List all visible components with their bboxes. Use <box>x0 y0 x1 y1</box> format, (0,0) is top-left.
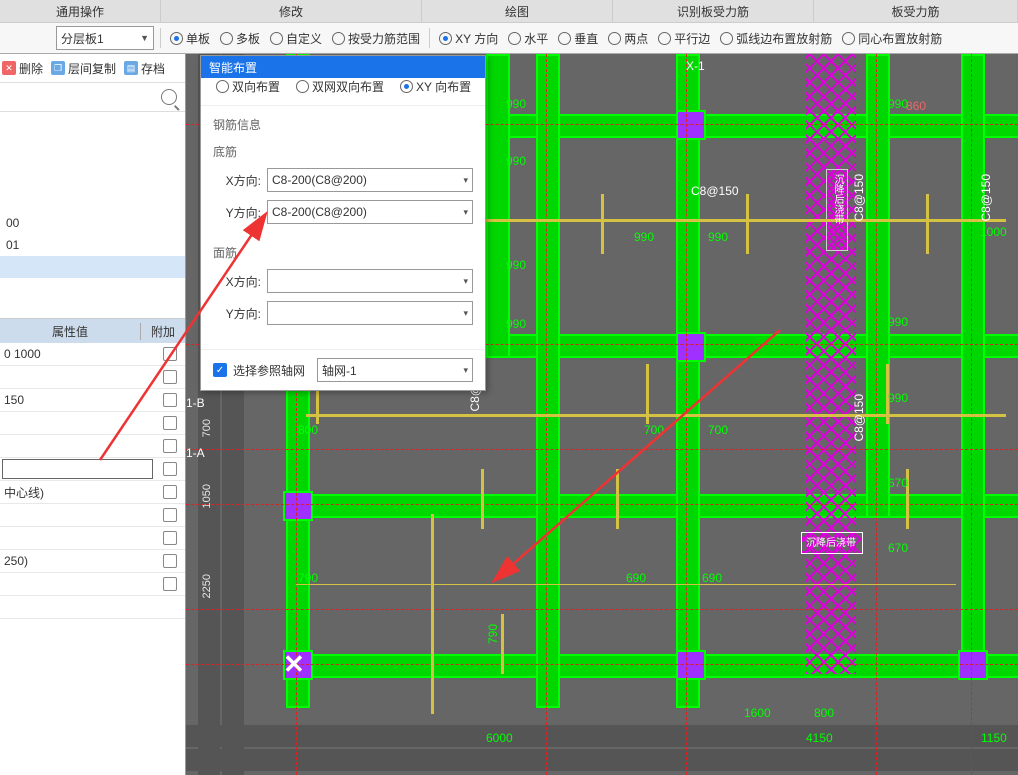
list-item[interactable]: 01 <box>0 234 185 256</box>
radio-byrange[interactable]: 按受力筋范围 <box>332 30 420 47</box>
checkbox[interactable] <box>163 577 177 591</box>
checkbox[interactable] <box>163 462 177 476</box>
search-icon[interactable] <box>161 89 177 105</box>
checkbox-ref-grid[interactable]: ✓ <box>213 363 227 377</box>
checkbox[interactable] <box>163 393 177 407</box>
label-y-dir: Y方向: <box>213 305 261 322</box>
checkbox[interactable] <box>163 485 177 499</box>
bottom-x-select[interactable]: C8-200(C8@200)▾ <box>267 168 473 192</box>
archive-icon: ▤ <box>124 61 138 75</box>
menu-tabbar: 通用操作 修改 绘图 识别板受力筋 板受力筋 <box>0 0 1018 23</box>
tab-slab-rebar[interactable]: 板受力筋 <box>814 0 1018 22</box>
radio-bidirectional[interactable]: 双向布置 <box>216 78 280 95</box>
checkbox[interactable] <box>163 554 177 568</box>
label-ref-grid: 选择参照轴网 <box>233 362 305 379</box>
label-y-dir: Y方向: <box>213 204 261 221</box>
copy-icon: ❐ <box>51 61 65 75</box>
delete-icon: ✕ <box>2 61 16 75</box>
smart-layout-panel: 智能布置 双向布置 双网双向布置 XY 向布置 钢筋信息 底筋 X方向: C8-2… <box>200 55 486 391</box>
tab-recognize[interactable]: 识别板受力筋 <box>613 0 814 22</box>
chevron-down-icon: ▾ <box>463 207 468 218</box>
bottom-y-select[interactable]: C8-200(C8@200)▾ <box>267 200 473 224</box>
btn-archive[interactable]: ▤存档 <box>124 60 165 77</box>
top-x-select[interactable]: ▾ <box>267 269 473 293</box>
group-rebar-info: 钢筋信息 <box>213 116 473 133</box>
top-y-select[interactable]: ▾ <box>267 301 473 325</box>
label-x-dir: X方向: <box>213 172 261 189</box>
prop-value[interactable]: 0 1000 <box>0 347 155 361</box>
search-row <box>0 83 185 112</box>
label-top-rebar: 面筋 <box>213 244 473 261</box>
layer-list: 00 01 <box>0 212 185 278</box>
radio-vertical[interactable]: 垂直 <box>558 30 598 47</box>
checkbox[interactable] <box>163 370 177 384</box>
label-x-dir: X方向: <box>213 273 261 290</box>
list-item[interactable] <box>0 256 185 278</box>
prop-value[interactable]: 150 <box>0 393 155 407</box>
radio-parallel[interactable]: 平行边 <box>658 30 710 47</box>
tab-modify[interactable]: 修改 <box>161 0 422 22</box>
chevron-down-icon: ▾ <box>463 365 468 376</box>
checkbox[interactable] <box>163 416 177 430</box>
chevron-down-icon: ▾ <box>463 175 468 186</box>
prop-input[interactable] <box>2 459 153 479</box>
radio-custom[interactable]: 自定义 <box>270 30 322 47</box>
property-header: 属性值 附加 <box>0 319 185 343</box>
checkbox[interactable] <box>163 531 177 545</box>
radio-multi[interactable]: 多板 <box>220 30 260 47</box>
radio-xy[interactable]: XY 方向 <box>439 30 498 47</box>
radio-double-mesh[interactable]: 双网双向布置 <box>296 78 384 95</box>
radio-xy-layout[interactable]: XY 向布置 <box>400 78 471 95</box>
radio-horizontal[interactable]: 水平 <box>508 30 548 47</box>
prop-value[interactable]: 中心线) <box>0 484 155 501</box>
checkbox[interactable] <box>163 439 177 453</box>
radio-single[interactable]: 单板 <box>170 30 210 47</box>
radio-two-point[interactable]: 两点 <box>608 30 648 47</box>
btn-copy[interactable]: ❐层间复制 <box>51 60 116 77</box>
chevron-down-icon: ▾ <box>463 308 468 319</box>
radio-circle[interactable]: 同心布置放射筋 <box>842 30 942 47</box>
tab-draw[interactable]: 绘图 <box>422 0 613 22</box>
checkbox[interactable] <box>163 347 177 361</box>
prop-value[interactable]: 250) <box>0 554 155 568</box>
chevron-down-icon: ▼ <box>140 33 149 43</box>
grid-select[interactable]: 轴网-1▾ <box>317 358 473 382</box>
panel-title: 智能布置 <box>201 56 485 78</box>
layer-select[interactable]: 分层板1▼ <box>56 26 154 50</box>
list-item[interactable]: 00 <box>0 212 185 234</box>
radio-arc[interactable]: 弧线边布置放射筋 <box>720 30 832 47</box>
property-table: 0 1000 150 中心线) 250) <box>0 343 185 619</box>
sidebar-panel: ✕删除 ❐层间复制 ▤存档 00 01 属性值 附加 0 1000 150 中心… <box>0 54 186 775</box>
chevron-down-icon: ▾ <box>463 276 468 287</box>
label-bottom-rebar: 底筋 <box>213 143 473 160</box>
btn-delete[interactable]: ✕删除 <box>2 60 43 77</box>
checkbox[interactable] <box>163 508 177 522</box>
tab-general[interactable]: 通用操作 <box>0 0 161 22</box>
options-toolbar: 分层板1▼ 单板 多板 自定义 按受力筋范围 XY 方向 水平 垂直 两点 平行… <box>0 23 1018 54</box>
